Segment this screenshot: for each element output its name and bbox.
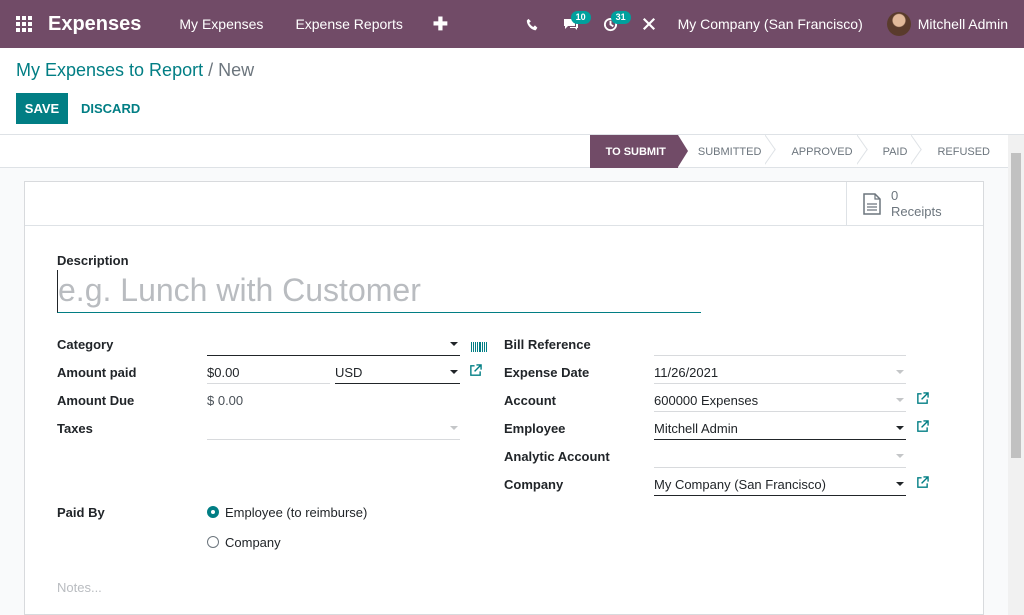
bill-reference-input[interactable] [654, 334, 906, 356]
employee-label: Employee [504, 421, 566, 436]
stage-label: PAID [882, 145, 908, 158]
menu-expense-reports[interactable]: Expense Reports [279, 0, 418, 48]
app-menu-icon[interactable] [0, 0, 48, 48]
document-icon [863, 193, 881, 215]
category-select[interactable] [207, 334, 460, 356]
company-switcher[interactable]: My Company (San Francisco) [668, 16, 887, 32]
avatar [886, 12, 911, 36]
stage-pipeline: TO SUBMIT SUBMITTED APPROVED PAID REFUSE… [589, 135, 1000, 168]
form-sheet: 0 Receipts Description e.g. Lunch with C… [24, 181, 984, 615]
amount-paid-input[interactable]: $0.00 [207, 362, 330, 384]
account-label: Account [504, 393, 556, 408]
external-link-icon[interactable] [916, 420, 929, 436]
stage-paid[interactable]: PAID [863, 135, 918, 168]
barcode-icon[interactable] [471, 342, 487, 352]
top-navbar: Expenses My Expenses Expense Reports ✚ 1… [0, 0, 1024, 48]
expense-date-input[interactable]: 11/26/2021 [654, 362, 906, 384]
description-label: Description [57, 253, 129, 268]
company-value: My Company (San Francisco) [654, 477, 826, 492]
menu-my-expenses[interactable]: My Expenses [163, 0, 279, 48]
expense-date-value: 11/26/2021 [654, 365, 719, 380]
amount-due-value: $ 0.00 [207, 393, 244, 408]
bill-reference-label: Bill Reference [504, 337, 591, 352]
breadcrumb: My Expenses to Report / New [16, 60, 254, 81]
stage-label: SUBMITTED [697, 145, 762, 158]
account-select[interactable]: 600000 Expenses [654, 390, 906, 412]
scrollbar[interactable] [1008, 135, 1024, 615]
paid-by-employee-radio[interactable] [207, 506, 219, 518]
stage-label: APPROVED [791, 145, 853, 158]
receipts-button[interactable]: 0 Receipts [846, 182, 983, 226]
stage-to-submit[interactable]: TO SUBMIT [589, 135, 689, 168]
notes-field[interactable]: Notes... [57, 580, 102, 595]
currency-select[interactable]: USD [335, 362, 460, 384]
expense-date-label: Expense Date [504, 365, 590, 380]
analytic-account-select[interactable] [654, 446, 906, 468]
currency-value: USD [335, 365, 363, 380]
stage-refused[interactable]: REFUSED [917, 135, 1000, 168]
amount-due-label: Amount Due [57, 393, 135, 408]
chat-icon[interactable]: 10 [551, 0, 591, 48]
status-bar: TO SUBMIT SUBMITTED APPROVED PAID REFUSE… [0, 134, 1024, 168]
user-name: Mitchell Admin [917, 16, 1008, 32]
app-title[interactable]: Expenses [48, 13, 141, 36]
taxes-select[interactable] [207, 418, 460, 440]
paid-by-employee-label[interactable]: Employee (to reimburse) [225, 505, 367, 520]
save-button[interactable]: SAVE [16, 93, 68, 124]
description-input[interactable]: e.g. Lunch with Customer [57, 270, 701, 313]
breadcrumb-current: New [218, 60, 255, 80]
account-value: 600000 Expenses [654, 393, 759, 408]
activity-clock-icon[interactable]: 31 [591, 0, 631, 48]
chat-count-badge: 10 [570, 11, 591, 24]
stage-approved[interactable]: APPROVED [771, 135, 862, 168]
breadcrumb-separator: / [208, 60, 214, 80]
external-link-icon[interactable] [916, 392, 929, 408]
employee-value: Mitchell Admin [654, 421, 738, 436]
paid-by-label: Paid By [57, 505, 105, 520]
phone-icon[interactable] [514, 0, 551, 48]
company-label: Company [504, 477, 564, 492]
plus-icon[interactable]: ✚ [419, 14, 462, 35]
button-box: 0 Receipts [25, 182, 983, 226]
category-label: Category [57, 337, 114, 352]
activity-count-badge: 31 [610, 11, 631, 24]
receipts-count: 0 [891, 188, 899, 203]
stage-label: REFUSED [937, 145, 990, 158]
paid-by-company-label[interactable]: Company [225, 535, 281, 550]
company-select[interactable]: My Company (San Francisco) [654, 474, 906, 496]
analytic-account-label: Analytic Account [504, 449, 610, 464]
debug-tools-icon[interactable] [630, 0, 668, 48]
scroll-thumb[interactable] [1011, 153, 1021, 458]
taxes-label: Taxes [57, 421, 93, 436]
amount-paid-label: Amount paid [57, 365, 137, 380]
systray: 10 31 My Company (San Francisco) Mitchel… [514, 0, 1024, 48]
breadcrumb-parent-link[interactable]: My Expenses to Report [16, 60, 203, 80]
discard-button[interactable]: DISCARD [81, 101, 140, 116]
receipts-label: Receipts [891, 204, 942, 219]
external-link-icon[interactable] [469, 364, 482, 380]
paid-by-company-radio[interactable] [207, 536, 219, 548]
user-menu[interactable]: Mitchell Admin [886, 12, 1024, 36]
external-link-icon[interactable] [916, 476, 929, 492]
stage-submitted[interactable]: SUBMITTED [678, 135, 772, 168]
employee-select[interactable]: Mitchell Admin [654, 418, 906, 440]
